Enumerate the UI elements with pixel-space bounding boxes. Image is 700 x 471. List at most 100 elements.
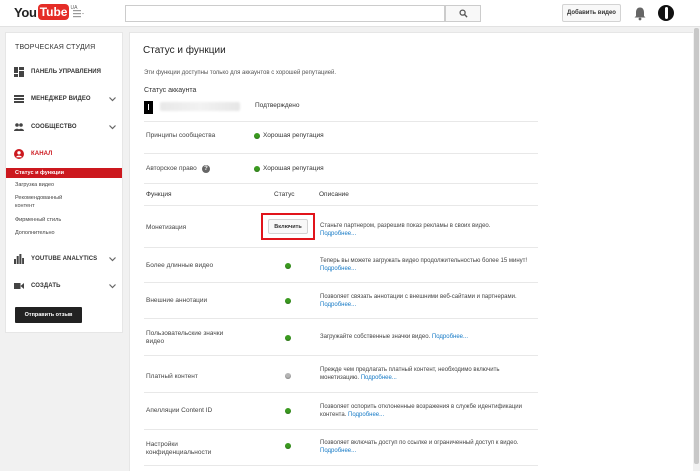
- status-dot-enabled: [285, 298, 291, 304]
- more-link[interactable]: Подробнее...: [432, 334, 468, 340]
- feature-description-text: Станьте партнером, разрешив показ реклам…: [320, 223, 491, 229]
- feature-description: Позволяет включать доступ по ссылке и ог…: [320, 440, 530, 455]
- divider: [144, 183, 538, 184]
- sidebar-item-label: ПАНЕЛЬ УПРАВЛЕНИЯ: [31, 69, 102, 75]
- account-thumbnail: [144, 101, 153, 114]
- sidebar-item-label: YOUTUBE ANALYTICS: [31, 256, 98, 262]
- divider: [144, 247, 538, 248]
- feature-label-line2: видео: [146, 338, 165, 345]
- divider: [144, 318, 538, 319]
- status-dot-disabled: [285, 373, 291, 379]
- status-dot-enabled: [285, 443, 291, 449]
- account-status-heading: Статус аккаунта: [144, 87, 197, 94]
- sidebar-item-label: СООБЩЕСТВО: [31, 124, 77, 130]
- feature-label-line2: конфиденциальности: [146, 449, 212, 456]
- column-header-function: Функция: [146, 191, 172, 198]
- chevron-down-icon[interactable]: [109, 124, 116, 130]
- account-name-blurred: [160, 102, 240, 111]
- sidebar-item-create[interactable]: СОЗДАТЬ: [6, 279, 122, 293]
- feature-description-text: Теперь вы можете загружать видео продолж…: [320, 258, 528, 264]
- feature-description: Теперь вы можете загружать видео продолж…: [320, 258, 530, 273]
- page-subtitle: Эти функции доступны только для аккаунто…: [144, 70, 337, 76]
- more-link[interactable]: Подробнее...: [320, 302, 356, 308]
- sidebar-item-label: МЕНЕДЖЕР ВИДЕО: [31, 96, 91, 102]
- feature-label-paid-content: Платный контент: [146, 373, 198, 380]
- sidebar-subitem-upload[interactable]: Загрузка видео: [15, 182, 123, 189]
- account-verified-status: Подтверждено: [255, 102, 300, 109]
- help-icon[interactable]: ?: [202, 165, 210, 173]
- video-manager-icon: [14, 95, 24, 103]
- search-input[interactable]: [125, 5, 445, 22]
- divider: [144, 121, 538, 122]
- sidebar-item-channel[interactable]: КАНАЛ: [6, 147, 122, 161]
- sidebar-subitem-featured-cont[interactable]: контент: [15, 203, 123, 210]
- studio-title: ТВОРЧЕСКАЯ СТУДИЯ: [15, 44, 96, 51]
- more-link[interactable]: Подробнее...: [320, 231, 356, 237]
- feature-label-privacy-settings: Настройки конфиденциальности: [146, 441, 211, 457]
- sidebar-item-label: КАНАЛ: [31, 151, 53, 157]
- upload-video-button[interactable]: Добавить видео: [562, 4, 621, 22]
- sidebar-subitem-status[interactable]: Статус и функции: [6, 168, 122, 178]
- search-icon: [458, 9, 468, 18]
- feature-description-text: Прежде чем предлагать платный контент, н…: [320, 367, 500, 381]
- bell-icon[interactable]: [633, 6, 647, 21]
- copyright-status: Хорошая репутация: [263, 165, 324, 172]
- enable-monetization-button[interactable]: Включить: [268, 219, 308, 234]
- feature-label-content-id-appeals: Апелляции Content ID: [146, 407, 213, 414]
- sidebar-item-analytics[interactable]: YOUTUBE ANALYTICS: [6, 252, 122, 266]
- logo-tube: Tube: [37, 4, 70, 20]
- community-guidelines-label: Принципы сообщества: [146, 132, 216, 139]
- copyright-label: Авторское право: [146, 165, 197, 172]
- channel-icon: [14, 149, 24, 159]
- feature-label-longer-videos: Более длинные видео: [146, 262, 214, 269]
- sidebar-item-video-manager[interactable]: МЕНЕДЖЕР ВИДЕО: [6, 92, 122, 106]
- chevron-down-icon[interactable]: [109, 96, 116, 102]
- feature-label-monetization: Монетизация: [146, 224, 187, 231]
- divider: [144, 282, 538, 283]
- search-button[interactable]: [445, 5, 481, 22]
- dashboard-icon: [14, 67, 24, 77]
- sidebar-subitem-featured[interactable]: Рекомендованный: [15, 195, 123, 202]
- guide-menu-icon[interactable]: [73, 8, 84, 19]
- avatar[interactable]: [658, 5, 674, 21]
- divider: [144, 392, 538, 393]
- feature-description: Позволяет оспорить отклоненные возражени…: [320, 404, 530, 419]
- status-dot-good: [254, 166, 260, 172]
- more-link[interactable]: Подробнее...: [320, 448, 356, 454]
- column-header-description: Описание: [319, 191, 349, 198]
- youtube-logo[interactable]: You Tube UA: [14, 4, 77, 22]
- feature-label-line1: Настройки: [146, 441, 178, 448]
- studio-sidebar: ТВОРЧЕСКАЯ СТУДИЯ ПАНЕЛЬ УПРАВЛЕНИЯ МЕНЕ…: [5, 32, 123, 333]
- sidebar-subitem-branding[interactable]: Фирменный стиль: [15, 217, 123, 224]
- feature-description-text: Загружайте собственные значки видео.: [320, 334, 431, 340]
- more-link[interactable]: Подробнее...: [361, 375, 397, 381]
- feature-description: Прежде чем предлагать платный контент, н…: [320, 367, 530, 382]
- more-link[interactable]: Подробнее...: [348, 412, 384, 418]
- divider: [144, 205, 538, 206]
- page-title: Статус и функции: [143, 45, 226, 56]
- feature-label-external-annotations: Внешние аннотации: [146, 297, 208, 304]
- sidebar-item-community[interactable]: СООБЩЕСТВО: [6, 120, 122, 134]
- feature-description-text: Позволяет включать доступ по ссылке и ог…: [320, 440, 519, 446]
- divider: [144, 429, 538, 430]
- more-link[interactable]: Подробнее...: [320, 266, 356, 272]
- send-feedback-button[interactable]: Отправить отзыв: [15, 307, 82, 323]
- feature-description: Станьте партнером, разрешив показ реклам…: [320, 223, 530, 238]
- scrollbar-thumb[interactable]: [694, 28, 699, 464]
- community-icon: [14, 123, 24, 131]
- sidebar-subitem-advanced[interactable]: Дополнительно: [15, 230, 123, 237]
- feature-label-custom-thumbnails: Пользовательские значки видео: [146, 330, 223, 346]
- feature-description: Позволяет связать аннотации с внешними в…: [320, 294, 530, 309]
- main-panel: Статус и функции Эти функции доступны то…: [129, 32, 697, 471]
- sidebar-item-dashboard[interactable]: ПАНЕЛЬ УПРАВЛЕНИЯ: [6, 65, 122, 79]
- create-icon: [14, 283, 24, 289]
- divider: [144, 355, 538, 356]
- analytics-icon: [14, 254, 24, 264]
- status-dot-enabled: [285, 335, 291, 341]
- highlight-frame: Включить: [261, 213, 315, 240]
- status-dot-enabled: [285, 263, 291, 269]
- chevron-down-icon[interactable]: [109, 283, 116, 289]
- status-dot-good: [254, 133, 260, 139]
- community-status: Хорошая репутация: [263, 132, 324, 139]
- chevron-down-icon[interactable]: [109, 256, 116, 262]
